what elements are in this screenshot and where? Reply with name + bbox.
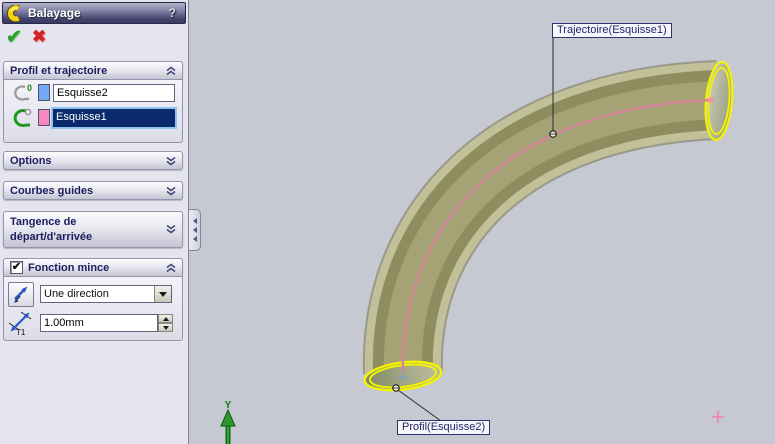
profile-callout[interactable]: Profil(Esquisse2) [397, 420, 491, 435]
group-title: Courbes guides [10, 184, 94, 197]
direction-select[interactable]: Une direction [40, 285, 172, 303]
cancel-button[interactable]: ✖ [32, 27, 46, 47]
direction-arrows-icon [14, 286, 28, 303]
property-manager-panel: Balayage ? ✔ ✖ Profil et trajectoire 0 E… [0, 0, 189, 444]
ok-button[interactable]: ✔ [6, 26, 22, 49]
profile-sketch-icon: 0 [14, 83, 32, 101]
y-axis-label: Y [225, 400, 232, 411]
group-header-options[interactable]: Options [3, 151, 183, 170]
group-options: Options [3, 151, 183, 170]
thickness-input[interactable] [40, 314, 158, 332]
path-color-swatch [38, 109, 50, 126]
collapse-arrow-icon [192, 236, 197, 242]
group-header-thin-feature[interactable]: ✔ Fonction mince [3, 258, 183, 277]
svg-text:0: 0 [27, 83, 32, 93]
thickness-spinner [158, 314, 173, 332]
path-sketch-icon [13, 108, 32, 127]
reverse-direction-button[interactable] [8, 282, 34, 307]
group-title: Profil et trajectoire [10, 64, 108, 77]
spinner-down-button[interactable] [158, 323, 173, 332]
group-title: Options [10, 154, 52, 167]
path-input-selected[interactable]: Esquisse1 [51, 107, 177, 129]
group-guide-curves: Courbes guides [3, 181, 183, 200]
sweep-feature-icon [6, 5, 21, 22]
collapse-arrow-icon [192, 218, 197, 224]
chevron-down-icon [166, 224, 176, 234]
group-title: Tangence de départ/d'arrivée [10, 216, 93, 244]
dropdown-arrow-icon[interactable] [154, 286, 171, 302]
group-start-end-tangency: Tangence de départ/d'arrivée [3, 211, 183, 248]
chevron-up-icon [166, 66, 176, 75]
profile-input[interactable] [53, 84, 175, 102]
property-manager-titlebar: Balayage ? [2, 2, 186, 24]
group-header-tangency[interactable]: Tangence de départ/d'arrivée [3, 211, 183, 248]
profile-color-swatch [38, 84, 50, 101]
group-header-profile-and-path[interactable]: Profil et trajectoire [3, 61, 183, 80]
spinner-up-button[interactable] [158, 314, 173, 323]
group-header-guide-curves[interactable]: Courbes guides [3, 181, 183, 200]
group-profile-and-path: Profil et trajectoire 0 Esquisse1 [3, 61, 183, 143]
group-title: Fonction mince [28, 261, 110, 274]
thin-feature-checkbox[interactable]: ✔ [10, 261, 23, 274]
chevron-down-icon [166, 186, 176, 195]
chevron-up-icon [166, 263, 176, 272]
thickness-t1-icon: T1 [8, 311, 32, 336]
t1-label: T1 [16, 328, 26, 336]
help-button[interactable]: ? [169, 6, 176, 20]
collapse-arrow-icon [192, 227, 197, 233]
trajectory-point-marker[interactable] [549, 130, 557, 138]
group-thin-feature: ✔ Fonction mince Une direction T1 1.00mm [3, 258, 183, 341]
panel-title: Balayage [28, 6, 81, 20]
solidworks-window: Y Trajectoire(Esquisse1) Profil(Esquisse… [0, 0, 775, 444]
chevron-down-icon [166, 156, 176, 165]
trajectory-callout[interactable]: Trajectoire(Esquisse1) [552, 23, 672, 38]
profile-point-marker[interactable] [392, 384, 400, 392]
panel-splitter-tab[interactable] [189, 209, 201, 251]
direction-select-value: Une direction [44, 288, 109, 300]
trajectory-endpoint[interactable] [708, 97, 714, 103]
